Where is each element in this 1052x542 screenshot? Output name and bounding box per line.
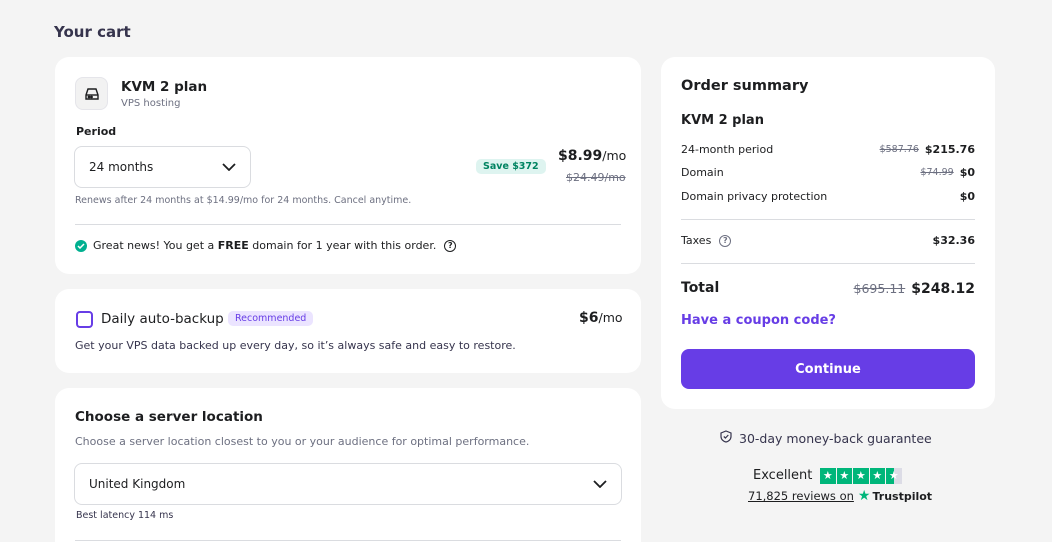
location-description: Choose a server location closest to you …: [75, 435, 530, 448]
trustpilot-brand: Trustpilot: [872, 489, 933, 503]
save-badge: Save $372: [476, 159, 546, 174]
recommended-badge: Recommended: [228, 311, 314, 326]
chevron-down-icon: [593, 477, 607, 491]
backup-title: Daily auto-backup: [101, 311, 224, 327]
plan-name: KVM 2 plan: [121, 79, 208, 95]
help-icon[interactable]: ?: [444, 239, 457, 252]
plan-price-unit: /mo: [602, 148, 627, 163]
free-domain-text: Great news! You get a FREE domain for 1 …: [93, 239, 436, 252]
money-back-guarantee: 30-day money-back guarantee: [720, 430, 932, 446]
backup-card: Daily auto-backup Recommended $6/mo Get …: [55, 289, 641, 373]
summary-row-domain: Domain $74.99 $0: [681, 166, 975, 179]
backup-checkbox[interactable]: [76, 311, 93, 328]
plan-subtitle: VPS hosting: [121, 98, 181, 109]
star-icon: ★: [853, 468, 869, 484]
summary-row-label: 24-month period: [681, 143, 774, 156]
shield-check-icon: [720, 430, 732, 446]
star-icon: ★: [869, 468, 885, 484]
backup-price-amount: $6: [579, 310, 599, 326]
location-title: Choose a server location: [75, 409, 263, 425]
summary-row-value: $0: [959, 190, 975, 203]
trustpilot-logo: ★ Trustpilot: [858, 488, 932, 504]
half-star-icon: ★: [886, 468, 902, 484]
plan-card: KVM 2 plan VPS hosting Period 24 months …: [55, 57, 641, 274]
server-icon: [75, 77, 108, 110]
divider: [681, 219, 975, 220]
location-card: Choose a server location Choose a server…: [55, 388, 641, 542]
free-domain-notice: Great news! You get a FREE domain for 1 …: [75, 239, 457, 252]
plan-old-price: $24.49/mo: [566, 171, 626, 184]
plan-price: $8.99/mo: [558, 148, 626, 164]
period-select-value: 24 months: [89, 160, 154, 174]
location-select[interactable]: United Kingdom: [74, 463, 622, 505]
trustpilot-star-icon: ★: [857, 488, 871, 504]
free-domain-text-post: domain for 1 year with this order.: [248, 239, 437, 252]
check-circle-icon: [75, 239, 87, 252]
summary-title: Order summary: [681, 78, 809, 94]
chevron-down-icon: [222, 160, 236, 174]
backup-description: Get your VPS data backed up every day, s…: [75, 339, 516, 352]
latency-note: Best latency 114 ms: [76, 510, 174, 521]
summary-row-period: 24-month period $587.76 $215.76: [681, 143, 975, 156]
period-label: Period: [76, 125, 117, 138]
taxes-value: $32.36: [932, 234, 975, 247]
plan-price-amount: $8.99: [558, 148, 603, 164]
total-value: $248.12: [911, 281, 975, 297]
renew-note: Renews after 24 months at $14.99/mo for …: [75, 195, 412, 206]
total-label: Total: [681, 279, 720, 296]
summary-row-value: $0: [959, 166, 975, 179]
total-old-price: $695.11: [853, 281, 906, 296]
help-icon[interactable]: ?: [719, 234, 732, 247]
coupon-link[interactable]: Have a coupon code?: [681, 313, 836, 328]
backup-price: $6/mo: [579, 310, 623, 326]
total-row: Total $695.11 $248.12: [681, 278, 975, 298]
free-domain-text-pre: Great news! You get a: [93, 239, 218, 252]
divider: [681, 263, 975, 264]
divider: [75, 540, 621, 541]
divider: [75, 224, 621, 225]
star-icon: ★: [836, 468, 852, 484]
guarantee-text: 30-day money-back guarantee: [739, 430, 932, 446]
reviews-link[interactable]: 71,825 reviews on: [748, 489, 854, 503]
trustpilot-stars: ★ ★ ★ ★ ★: [820, 468, 902, 484]
location-select-value: United Kingdom: [89, 477, 186, 491]
trustpilot-rating-label: Excellent: [753, 468, 813, 483]
summary-row-label: Domain privacy protection: [681, 190, 828, 203]
period-select[interactable]: 24 months: [74, 146, 251, 188]
summary-row-privacy: Domain privacy protection $0: [681, 190, 975, 203]
taxes-label: Taxes: [681, 234, 712, 247]
summary-row-label: Domain: [681, 166, 724, 179]
summary-row-taxes: Taxes? $32.36: [681, 234, 975, 247]
summary-plan-name: KVM 2 plan: [681, 113, 764, 128]
summary-row-value: $215.76: [924, 143, 975, 156]
backup-price-unit: /mo: [598, 310, 623, 325]
free-domain-text-bold: FREE: [217, 239, 249, 252]
summary-row-old-price: $587.76: [879, 144, 919, 155]
summary-row-old-price: $74.99: [920, 167, 954, 178]
trustpilot-reviews[interactable]: 71,825 reviews on ★ Trustpilot: [748, 488, 932, 504]
order-summary-card: Order summary KVM 2 plan 24-month period…: [661, 57, 995, 409]
page-title: Your cart: [54, 23, 131, 41]
continue-button[interactable]: Continue: [681, 349, 975, 389]
star-icon: ★: [820, 468, 836, 484]
